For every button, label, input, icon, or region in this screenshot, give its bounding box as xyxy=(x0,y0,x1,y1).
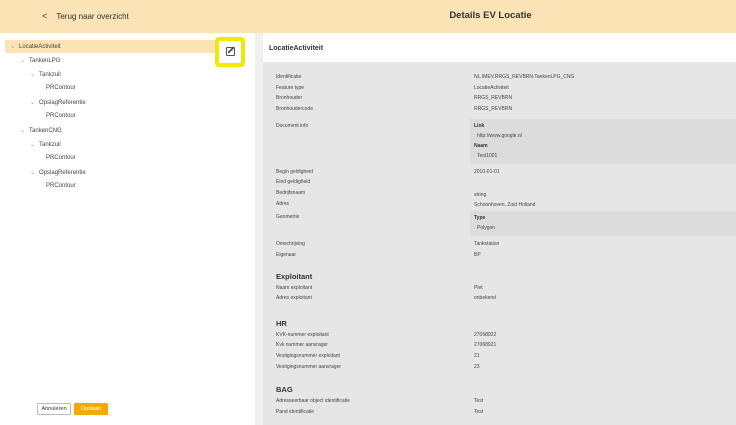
chevron-down-icon: ⌄ xyxy=(20,128,26,134)
top-bar: < Terug naar overzicht Details EV Locati… xyxy=(0,0,736,33)
field-label-kvk-exploitant: KVK-nummer exploitant xyxy=(276,332,329,338)
field-value-bronhoudercode: RRGS_REVBRN xyxy=(474,106,513,112)
document-info-link-value[interactable]: http://www.google.nl xyxy=(477,133,522,139)
field-label-feature-type: Feature type xyxy=(276,85,305,91)
field-label-kvk-aanvrager: Kvk nummer aanvrager xyxy=(276,342,328,348)
tree-item-prcontour[interactable]: PRContour xyxy=(46,85,76,91)
tree-item-label: Tankzuil xyxy=(39,142,61,148)
field-value-kvk-aanvrager: 27068921 xyxy=(474,342,497,348)
tree-item-label: OpslagReferentie xyxy=(39,170,86,176)
chevron-down-icon: ⌄ xyxy=(10,44,16,50)
detail-header: LocatieActiviteit xyxy=(263,33,736,62)
field-label-pand-identificatie: Pand identificatie xyxy=(276,409,315,415)
tree-item-label: LocatieActiviteit xyxy=(19,44,61,50)
field-value-bronhouder: RRGS_REVBRN xyxy=(474,95,513,101)
tree-item-opslagreferentie[interactable]: ⌄ OpslagReferentie xyxy=(30,99,86,106)
field-label-eind-geldigheid: Eind geldigheid xyxy=(276,179,311,185)
section-heading-bag: BAG xyxy=(276,385,293,394)
document-info-box xyxy=(470,119,736,164)
tree-item-prcontour[interactable]: PRContour xyxy=(46,155,76,161)
geometrie-box xyxy=(470,211,736,236)
field-value-naam-exploitant: Piet xyxy=(474,285,483,291)
tree-item-label: PRContour xyxy=(46,113,76,119)
tree-item-tankenlpg[interactable]: ⌄ TankenLPG xyxy=(20,57,60,64)
page-title: Details EV Locatie xyxy=(449,10,532,21)
document-info-naam-value: Test1001 xyxy=(477,153,498,159)
tree-item-prcontour[interactable]: PRContour xyxy=(46,113,76,119)
field-label-document-info: Document info xyxy=(276,123,309,129)
geometrie-type-label: Type xyxy=(474,215,486,221)
field-value-feature-type: LocatieActiviteit xyxy=(474,85,509,91)
field-label-eigenaar: Eigenaar xyxy=(276,252,297,258)
field-value-vestigingsnummer-exploitant: 21 xyxy=(474,353,480,359)
tree-panel xyxy=(0,33,255,425)
field-value-eigenaar: BP xyxy=(474,252,481,258)
chevron-down-icon: ⌄ xyxy=(30,170,36,176)
tree-item-label: Tankzuil xyxy=(39,72,61,78)
page-title-wrap: Details EV Locatie xyxy=(0,10,736,21)
save-button[interactable]: Opslaan xyxy=(74,403,108,415)
tree-item-locatieactiviteit[interactable]: ⌄ LocatieActiviteit xyxy=(10,43,61,50)
field-label-adres-exploitant: Adres exploitant xyxy=(276,295,312,301)
tree-item-label: PRContour xyxy=(46,183,76,189)
tree-item-prcontour[interactable]: PRContour xyxy=(46,183,76,189)
tree-item-opslagreferentie[interactable]: ⌄ OpslagReferentie xyxy=(30,169,86,176)
field-label-vestigingsnummer-exploitant: Vestigingsnummer exploitant xyxy=(276,353,340,359)
detail-heading: LocatieActiviteit xyxy=(269,45,324,52)
cancel-button[interactable]: Annuleren xyxy=(37,403,71,415)
field-value-omschrijving: Tankstation xyxy=(474,241,500,247)
field-value-vestigingsnummer-aanvrager: 23 xyxy=(474,364,480,370)
edit-icon xyxy=(226,47,235,56)
section-heading-hr: HR xyxy=(276,319,287,328)
document-info-naam-label: Naam xyxy=(474,143,488,149)
field-label-bronhouder: Bronhouder xyxy=(276,95,303,101)
tree-item-tankzuil[interactable]: ⌄ Tankzuil xyxy=(30,71,61,78)
field-value-pand-identificatie: Test xyxy=(474,409,484,415)
tree-item-label: PRContour xyxy=(46,85,76,91)
tree-item-tankzuil[interactable]: ⌄ Tankzuil xyxy=(30,141,61,148)
field-label-vestigingsnummer-aanvrager: Vestigingsnummer aanvrager xyxy=(276,364,342,370)
tree-item-tankencng[interactable]: ⌄ TankenCNG xyxy=(20,127,62,134)
field-value-begin-geldigheid: 2010-01-01 xyxy=(474,169,500,175)
chevron-down-icon: ⌄ xyxy=(30,100,36,106)
tree-item-label: TankenLPG xyxy=(29,58,61,64)
field-label-geometrie: Geometrie xyxy=(276,214,300,220)
edit-button[interactable] xyxy=(215,37,245,67)
field-value-adres: Schoonhoven, Zuid Holland xyxy=(474,202,536,208)
field-label-begin-geldigheid: Begin geldigheid xyxy=(276,169,313,175)
field-label-naam-exploitant: Naam exploitant xyxy=(276,285,313,291)
field-label-omschrijving: Omschrijving xyxy=(276,241,305,247)
field-label-identificatie: Identificatie xyxy=(276,74,302,80)
document-info-link-label: Link xyxy=(474,123,485,129)
field-value-adres-exploitant: onbekend xyxy=(474,295,496,301)
field-value-adresseerbaar-object: Test xyxy=(474,398,484,404)
tree-item-label: PRContour xyxy=(46,155,76,161)
field-value-identificatie: NL.IMEV.RRGS_REVBRN.TankenLPG_CNG xyxy=(474,74,575,80)
field-value-bedrijfsnaam: string xyxy=(474,192,487,198)
tree-item-label: TankenCNG xyxy=(29,128,62,134)
field-label-adres: Adres xyxy=(276,201,290,207)
field-value-kvk-exploitant: 27068922 xyxy=(474,332,497,338)
field-label-bedrijfsnaam: Bedrijfsnaam xyxy=(276,190,306,196)
geometrie-type-value: Polygon xyxy=(477,225,496,231)
field-label-bronhoudercode: Bronhoudercode xyxy=(276,106,313,112)
chevron-down-icon: ⌄ xyxy=(20,58,26,64)
tree-item-label: OpslagReferentie xyxy=(39,100,86,106)
section-heading-exploitant: Exploitant xyxy=(276,272,313,281)
field-label-adresseerbaar-object: Adresseerbaar object identificatie xyxy=(276,398,350,404)
chevron-down-icon: ⌄ xyxy=(30,142,36,148)
chevron-down-icon: ⌄ xyxy=(30,72,36,78)
